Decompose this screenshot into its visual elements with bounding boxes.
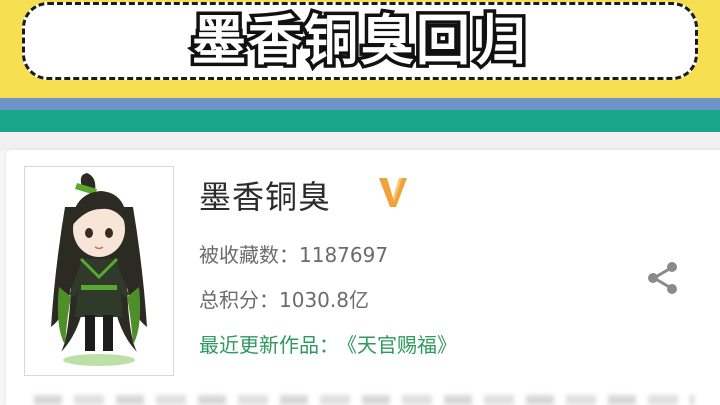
- share-icon[interactable]: [642, 258, 682, 298]
- points-stat: 总积分：1030.8亿: [199, 284, 369, 313]
- points-label: 总积分：: [199, 288, 279, 312]
- avatar-leg-left: [85, 315, 95, 351]
- favorites-stat: 被收藏数：1187697: [199, 239, 388, 268]
- top-banner: 墨香铜臭回归: [0, 0, 720, 98]
- divider-stripe-blue: [0, 98, 720, 110]
- blurred-text-line: [34, 395, 694, 405]
- banner-title: 墨香铜臭回归: [189, 9, 530, 72]
- title-box: 墨香铜臭回归: [22, 2, 698, 80]
- avatar-ground: [63, 354, 135, 366]
- avatar-leg-right: [103, 315, 113, 351]
- avatar-eye-left: [85, 228, 93, 238]
- points-value: 1030.8亿: [279, 288, 369, 312]
- avatar-eye-right: [105, 228, 113, 238]
- avatar-belt: [81, 285, 117, 290]
- favorites-value: 1187697: [299, 243, 389, 267]
- author-name[interactable]: 墨香铜臭: [199, 172, 331, 218]
- chibi-avatar-image: [51, 173, 147, 366]
- latest-update-label: 最近更新作品：: [199, 333, 339, 357]
- author-avatar[interactable]: [24, 166, 174, 376]
- author-profile-card: 墨香铜臭 被收藏数：1187697 总积分：1030.8亿 最近更新作品： 《天官…: [6, 150, 720, 405]
- divider-stripe-green: [0, 110, 720, 132]
- verified-v-icon: [379, 178, 407, 207]
- divider-stripe-light: [0, 132, 720, 150]
- favorites-label: 被收藏数：: [199, 243, 299, 267]
- latest-work-link[interactable]: 《天官赐福》: [347, 333, 457, 357]
- latest-update: 最近更新作品： 《天官赐福》: [199, 329, 457, 358]
